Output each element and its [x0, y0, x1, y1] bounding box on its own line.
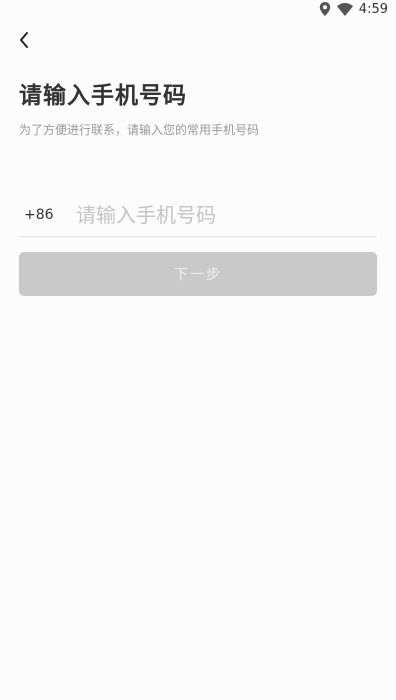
country-code[interactable]: +86: [18, 207, 70, 223]
location-icon: [319, 2, 331, 16]
phone-input[interactable]: [70, 196, 377, 234]
back-button[interactable]: [12, 30, 36, 54]
next-button[interactable]: 下一步: [19, 252, 377, 296]
wifi-icon: [336, 2, 353, 16]
chevron-left-icon: [18, 31, 30, 53]
page-subtitle: 为了方便进行联系，请输入您的常用手机号码: [19, 123, 260, 137]
phone-row: +86: [18, 194, 377, 237]
status-bar: 4:59: [0, 0, 396, 18]
status-time: 4:59: [358, 1, 388, 17]
page-title: 请输入手机号码: [19, 83, 187, 109]
